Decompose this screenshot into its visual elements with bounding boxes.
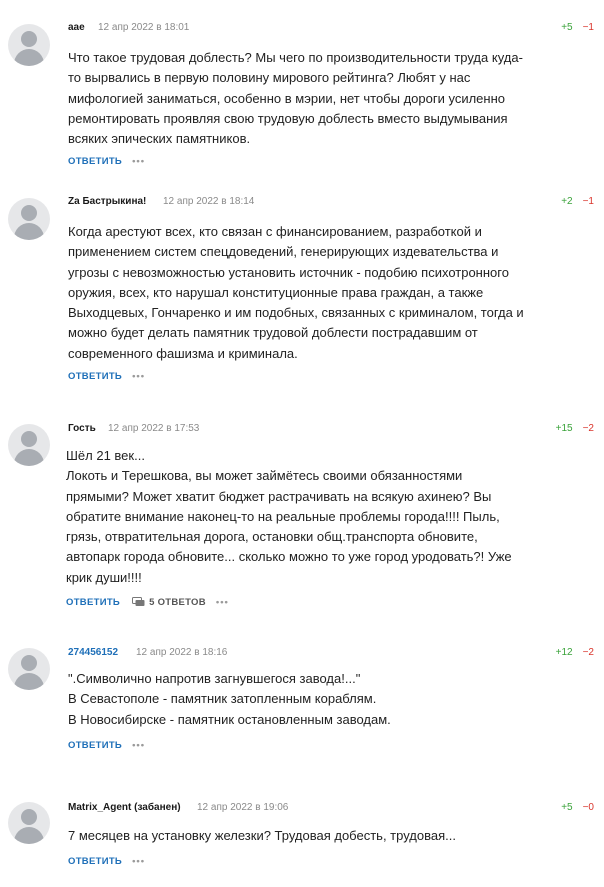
comment-author[interactable]: 274456152 [68,647,118,658]
comment-text: Что такое трудовая доблесть? Мы чего по … [68,48,580,149]
comment-date: 12 апр 2022 в 19:06 [197,802,289,813]
comment-line: обратите внимание наконец-то на реальные… [66,508,500,524]
more-options-icon[interactable]: ••• [132,856,145,867]
avatar[interactable] [8,24,50,66]
more-options-icon[interactable]: ••• [216,597,229,608]
avatar[interactable] [8,198,50,240]
vote-counts: +5 −0 [561,802,594,813]
comment-line: автопарк города обновите... сколько можн… [66,549,512,565]
comment-line: Выходцевых, Гончаренко и им подобных, св… [68,305,524,321]
comment-line: В Новосибирске - памятник остановленным … [68,711,391,727]
comment-text: Шёл 21 век... Локоть и Терешкова, вы мож… [66,446,578,588]
comment-line: ремонтировать проявляя свою трудовую доб… [68,110,508,126]
comment-line: применением систем спецдоведений, генери… [68,244,499,260]
replies-count: 5 ОТВЕТОВ [149,597,206,608]
reply-button[interactable]: ОТВЕТИТЬ [68,156,122,167]
comment-actions: ОТВЕТИТЬ ••• [68,156,145,167]
comment-line: угрозы с невозможностью установить источ… [68,264,509,280]
avatar[interactable] [8,802,50,844]
comment-line: Когда арестуют всех, кто связан с финанс… [68,224,482,239]
comments-icon [132,597,145,607]
more-options-icon[interactable]: ••• [132,371,145,382]
comment-line: современного фашизма и криминала. [68,345,298,361]
downvote-count[interactable]: −1 [583,22,594,33]
comment-actions: ОТВЕТИТЬ ••• [68,371,145,382]
comment-actions: ОТВЕТИТЬ 5 ОТВЕТОВ ••• [66,597,229,608]
upvote-count[interactable]: +15 [556,423,573,434]
comment-line: Что такое трудовая доблесть? Мы чего по … [68,50,523,65]
avatar[interactable] [8,648,50,690]
comment-line: В Севастополе - памятник затопленным кор… [68,691,377,707]
comment-line: можно будет делать памятник трудовой доб… [68,325,478,341]
comment-date: 12 апр 2022 в 18:14 [163,196,255,207]
comment-date: 12 апр 2022 в 18:16 [136,647,228,658]
comment-line: 7 месяцев на установку железки? Трудовая… [68,828,456,843]
comment-line: мифологией заниматься, особенно в мэрии,… [68,90,505,106]
comment-line: ".Символично напротив загнувшегося завод… [68,671,361,686]
comment-date: 12 апр 2022 в 18:01 [98,22,190,33]
avatar[interactable] [8,424,50,466]
comment-line: грязь, отвратительная дорога, остановки … [66,529,478,545]
downvote-count[interactable]: −2 [583,423,594,434]
vote-counts: +12 −2 [556,647,594,658]
replies-toggle[interactable]: 5 ОТВЕТОВ [132,597,206,608]
vote-counts: +5 −1 [561,22,594,33]
comment-line: Шёл 21 век... [66,448,145,463]
comment-date: 12 апр 2022 в 17:53 [108,423,200,434]
comment-text: 7 месяцев на установку железки? Трудовая… [68,826,580,846]
comment-text: ".Символично напротив загнувшегося завод… [68,669,580,730]
vote-counts: +15 −2 [556,423,594,434]
comment-line: прямыми? Может хватит бюджет растрачиват… [66,488,492,504]
downvote-count[interactable]: −1 [583,196,594,207]
comment-line: Локоть и Терешкова, вы может займётесь с… [66,468,463,484]
comment-line: крик души!!!! [66,569,142,585]
comment-actions: ОТВЕТИТЬ ••• [68,856,145,867]
comment-actions: ОТВЕТИТЬ ••• [68,740,145,751]
reply-button[interactable]: ОТВЕТИТЬ [68,856,122,867]
comment-line: оружия, всех, кто нарушал конституционны… [68,284,484,300]
more-options-icon[interactable]: ••• [132,740,145,751]
comment-author[interactable]: Гость [68,423,96,434]
reply-button[interactable]: ОТВЕТИТЬ [68,740,122,751]
upvote-count[interactable]: +5 [561,802,572,813]
upvote-count[interactable]: +2 [561,196,572,207]
comment-line: всяких эпических памятников. [68,131,251,147]
comment-line: то вырвались в первую половину мирового … [68,70,471,86]
upvote-count[interactable]: +12 [556,647,573,658]
upvote-count[interactable]: +5 [561,22,572,33]
comment-text: Когда арестуют всех, кто связан с финанс… [68,222,580,364]
comment-author[interactable]: Za Бастрыкина! [68,196,146,207]
reply-button[interactable]: ОТВЕТИТЬ [66,597,120,608]
more-options-icon[interactable]: ••• [132,156,145,167]
downvote-count[interactable]: −0 [583,802,594,813]
reply-button[interactable]: ОТВЕТИТЬ [68,371,122,382]
downvote-count[interactable]: −2 [583,647,594,658]
comment-author[interactable]: Matrix_Agent (забанен) [68,802,181,813]
comment-author[interactable]: aae [68,22,85,33]
vote-counts: +2 −1 [561,196,594,207]
